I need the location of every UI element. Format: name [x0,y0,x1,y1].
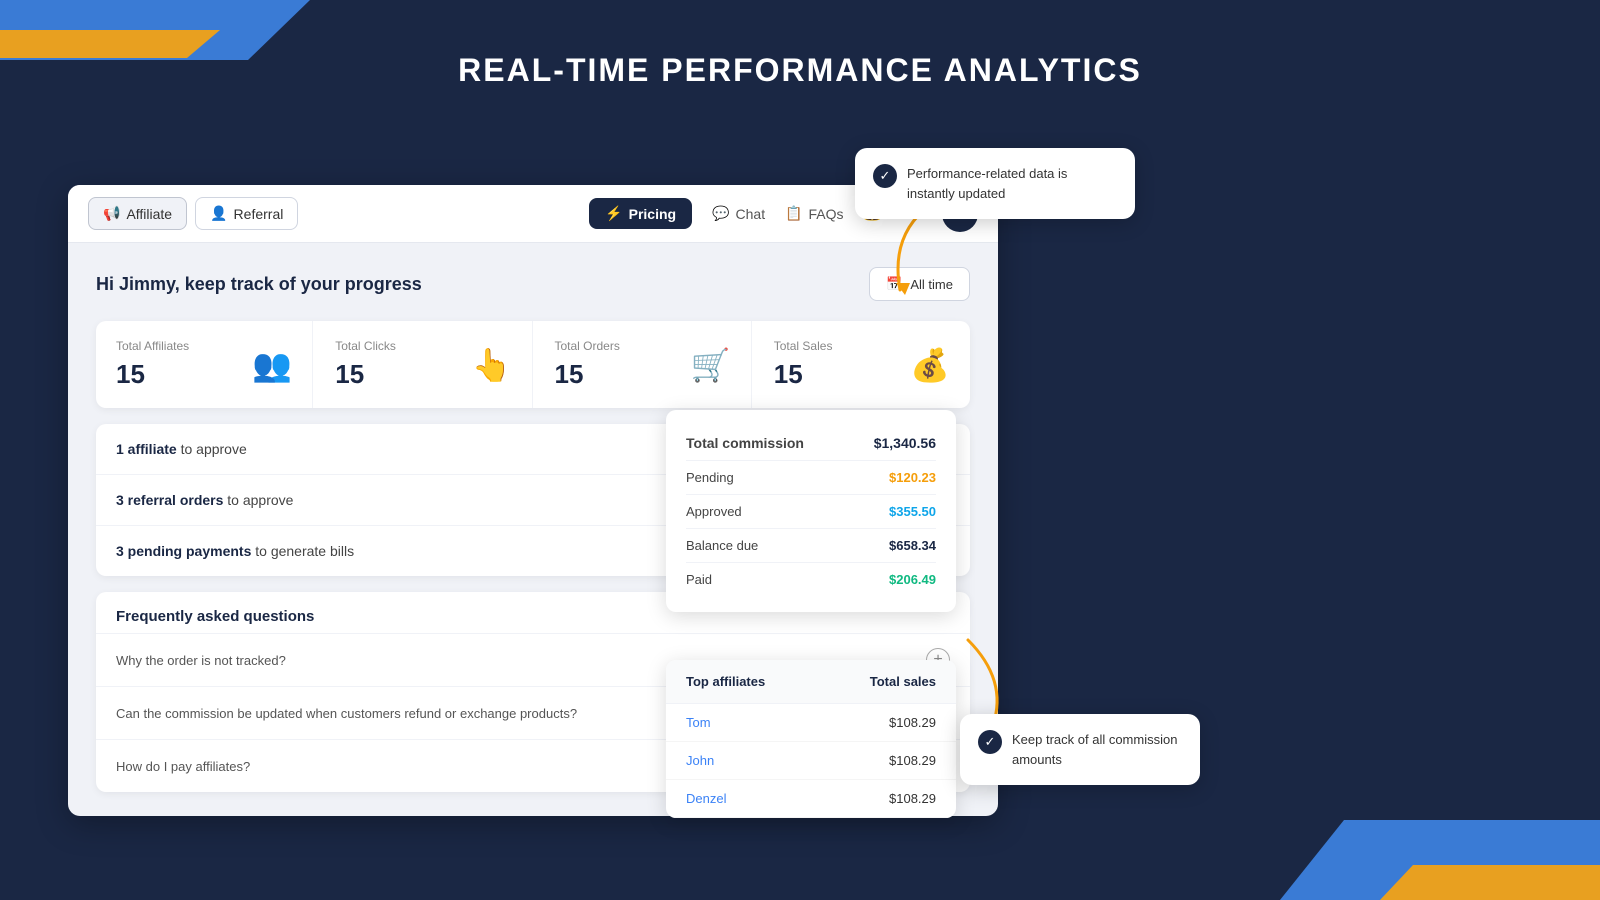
action-affiliate-text: 1 affiliate to approve [116,441,247,457]
corner-decoration-bottom-right [1280,820,1600,900]
affiliate-row-tom: Tom $108.29 [666,704,956,742]
commission-pending-value: $120.23 [889,470,936,485]
commission-total-label: Total commission [686,435,804,451]
pricing-icon: ⚡ [605,205,622,222]
commission-total-row: Total commission $1,340.56 [686,426,936,461]
callout-commission-text: Keep track of all commission amounts [1012,730,1182,769]
nav-chat-link[interactable]: 💬 Chat [712,205,765,222]
commission-paid-value: $206.49 [889,572,936,587]
nav-pricing-link[interactable]: ⚡ Pricing [589,198,692,229]
affiliates-header-col1: Top affiliates [686,674,765,689]
all-time-label: All time [910,277,953,292]
affiliate-icon: 📢 [103,205,120,222]
affiliate-name-denzel[interactable]: Denzel [686,791,726,806]
faqs-icon: 📋 [785,205,802,222]
affiliates-panel: Top affiliates Total sales Tom $108.29 J… [666,660,956,818]
stat-orders-value: 15 [555,359,620,390]
callout-performance-text: Performance-related data is instantly up… [907,164,1117,203]
stat-total-clicks: Total Clicks 15 👆 [315,321,532,408]
referral-label: Referral [234,206,284,222]
sales-icon: 💰 [910,346,950,384]
corner-decoration-top-left [0,0,310,60]
orders-icon: 🛒 [691,346,731,384]
commission-panel: Total commission $1,340.56 Pending $120.… [666,410,956,612]
faq-question-2: Can the commission be updated when custo… [116,706,577,721]
affiliate-name-john[interactable]: John [686,753,714,768]
commission-approved-value: $355.50 [889,504,936,519]
stat-orders-label: Total Orders [555,339,620,353]
commission-balance-value: $658.34 [889,538,936,553]
stat-sales-value: 15 [774,359,833,390]
stats-row: Total Affiliates 15 👥 Total Clicks 15 👆 … [96,321,970,408]
nav-affiliate-button[interactable]: 📢 Affiliate [88,197,187,230]
faq-question-3: How do I pay affiliates? [116,759,250,774]
stat-total-sales: Total Sales 15 💰 [754,321,970,408]
callout-performance: ✓ Performance-related data is instantly … [855,148,1135,219]
stat-sales-label: Total Sales [774,339,833,353]
commission-balance-row: Balance due $658.34 [686,529,936,563]
greeting-text: Hi Jimmy, keep track of your progress [96,274,422,295]
affiliates-icon: 👥 [252,346,292,384]
commission-balance-label: Balance due [686,538,758,553]
pricing-label: Pricing [629,206,676,222]
commission-paid-row: Paid $206.49 [686,563,936,596]
nav-left: 📢 Affiliate 👤 Referral [88,197,589,230]
action-referral-text: 3 referral orders to approve [116,492,293,508]
commission-pending-row: Pending $120.23 [686,461,936,495]
chat-icon: 💬 [712,205,729,222]
affiliate-sales-denzel: $108.29 [889,791,936,806]
action-payments-text: 3 pending payments to generate bills [116,543,354,559]
all-time-button[interactable]: 📅 All time [869,267,970,301]
stat-total-affiliates: Total Affiliates 15 👥 [96,321,313,408]
callout-check-icon: ✓ [873,164,897,188]
chat-label: Chat [736,206,766,222]
stat-affiliates-label: Total Affiliates [116,339,189,353]
affiliate-row-john: John $108.29 [666,742,956,780]
affiliate-sales-tom: $108.29 [889,715,936,730]
commission-pending-label: Pending [686,470,734,485]
affiliates-header: Top affiliates Total sales [666,660,956,704]
stat-total-orders: Total Orders 15 🛒 [535,321,752,408]
referral-icon: 👤 [210,205,227,222]
calendar-icon: 📅 [886,276,902,292]
nav-referral-button[interactable]: 👤 Referral [195,197,298,230]
commission-paid-label: Paid [686,572,712,587]
clicks-icon: 👆 [472,346,512,384]
faq-question-1: Why the order is not tracked? [116,653,286,668]
affiliate-row-denzel: Denzel $108.29 [666,780,956,818]
commission-approved-row: Approved $355.50 [686,495,936,529]
commission-approved-label: Approved [686,504,742,519]
affiliates-header-col2: Total sales [870,674,936,689]
stat-clicks-label: Total Clicks [335,339,396,353]
affiliate-label: Affiliate [126,206,172,222]
affiliate-sales-john: $108.29 [889,753,936,768]
commission-total-value: $1,340.56 [874,435,936,451]
faqs-label: FAQs [809,206,844,222]
nav-faqs-link[interactable]: 📋 FAQs [785,205,843,222]
affiliate-name-tom[interactable]: Tom [686,715,711,730]
stat-clicks-value: 15 [335,359,396,390]
stat-affiliates-value: 15 [116,359,189,390]
callout-commission: ✓ Keep track of all commission amounts [960,714,1200,785]
content-header: Hi Jimmy, keep track of your progress 📅 … [96,267,970,301]
callout-commission-check-icon: ✓ [978,730,1002,754]
